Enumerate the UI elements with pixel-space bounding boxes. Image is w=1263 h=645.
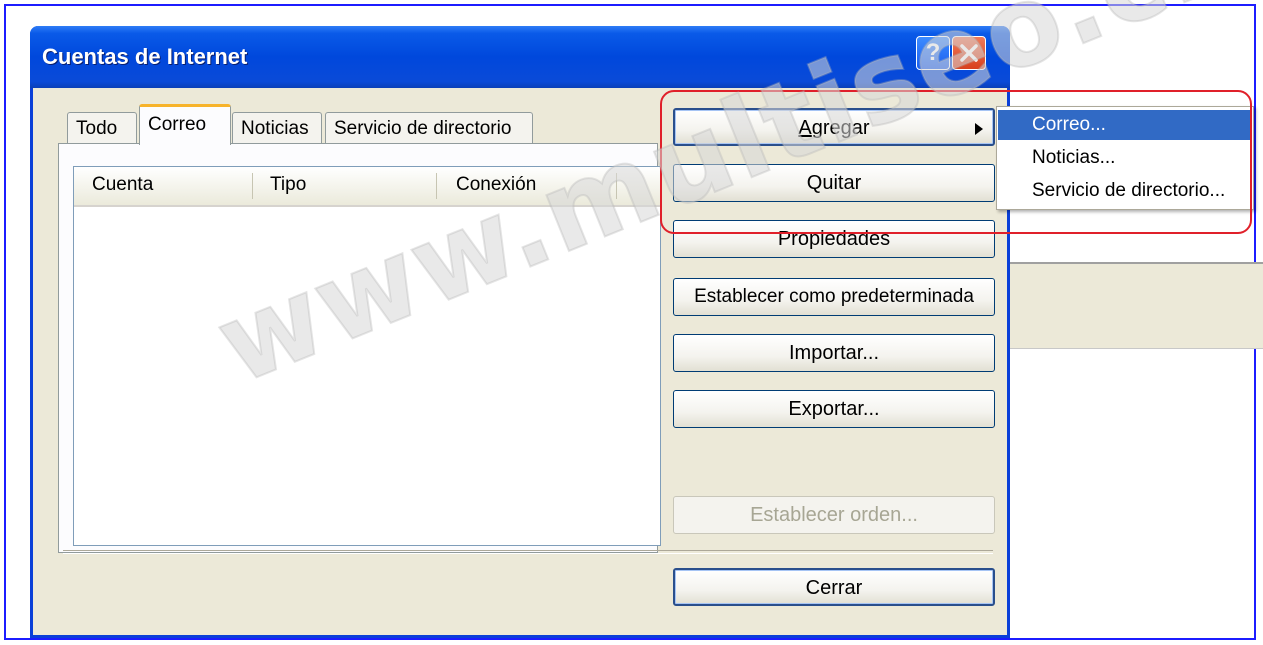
submenu-item-noticias[interactable]: Noticias... <box>998 143 1252 173</box>
internet-accounts-dialog: Cuentas de Internet ? Todo Correo Notici… <box>30 26 1010 638</box>
close-button[interactable] <box>952 36 986 70</box>
submenu-item-correo[interactable]: Correo... <box>998 110 1252 140</box>
column-separator[interactable] <box>252 173 253 199</box>
agregar-mnemonic: A <box>798 117 812 139</box>
submenu-item-servicio-directorio[interactable]: Servicio de directorio... <box>998 176 1252 206</box>
tab-servicio-directorio[interactable]: Servicio de directorio <box>325 112 533 144</box>
cerrar-button[interactable]: Cerrar <box>673 568 995 606</box>
column-header-cuenta[interactable]: Cuenta <box>92 167 153 203</box>
window-title: Cuentas de Internet <box>42 44 248 69</box>
help-button[interactable]: ? <box>916 36 950 70</box>
column-header-conexion[interactable]: Conexión <box>456 167 536 203</box>
importar-button[interactable]: Importar... <box>673 334 995 372</box>
tab-panel-correo: Cuenta Tipo Conexión <box>58 143 661 553</box>
tab-todo[interactable]: Todo <box>67 112 137 144</box>
quitar-button[interactable]: Quitar <box>673 164 995 202</box>
background-window <box>1000 262 1263 349</box>
submenu-arrow-icon <box>975 123 983 135</box>
help-icon: ? <box>925 39 941 66</box>
close-icon <box>960 44 978 62</box>
set-default-button[interactable]: Establecer como predeterminada <box>673 278 995 316</box>
agregar-label: gregar <box>811 117 870 139</box>
column-separator[interactable] <box>436 173 437 199</box>
agregar-button[interactable]: Agregar <box>673 108 995 146</box>
accounts-list[interactable]: Cuenta Tipo Conexión <box>73 166 661 546</box>
set-order-button: Establecer orden... <box>673 496 995 534</box>
list-header: Cuenta Tipo Conexión <box>74 167 660 207</box>
tab-correo[interactable]: Correo <box>139 104 231 145</box>
propiedades-button[interactable]: Propiedades <box>673 220 995 258</box>
title-bar[interactable]: Cuentas de Internet ? <box>30 26 1010 88</box>
tab-noticias[interactable]: Noticias <box>232 112 322 144</box>
column-separator[interactable] <box>616 173 617 199</box>
column-header-tipo[interactable]: Tipo <box>270 167 306 203</box>
exportar-button[interactable]: Exportar... <box>673 390 995 428</box>
agregar-submenu: Correo... Noticias... Servicio de direct… <box>996 106 1254 210</box>
dialog-divider <box>63 550 993 554</box>
